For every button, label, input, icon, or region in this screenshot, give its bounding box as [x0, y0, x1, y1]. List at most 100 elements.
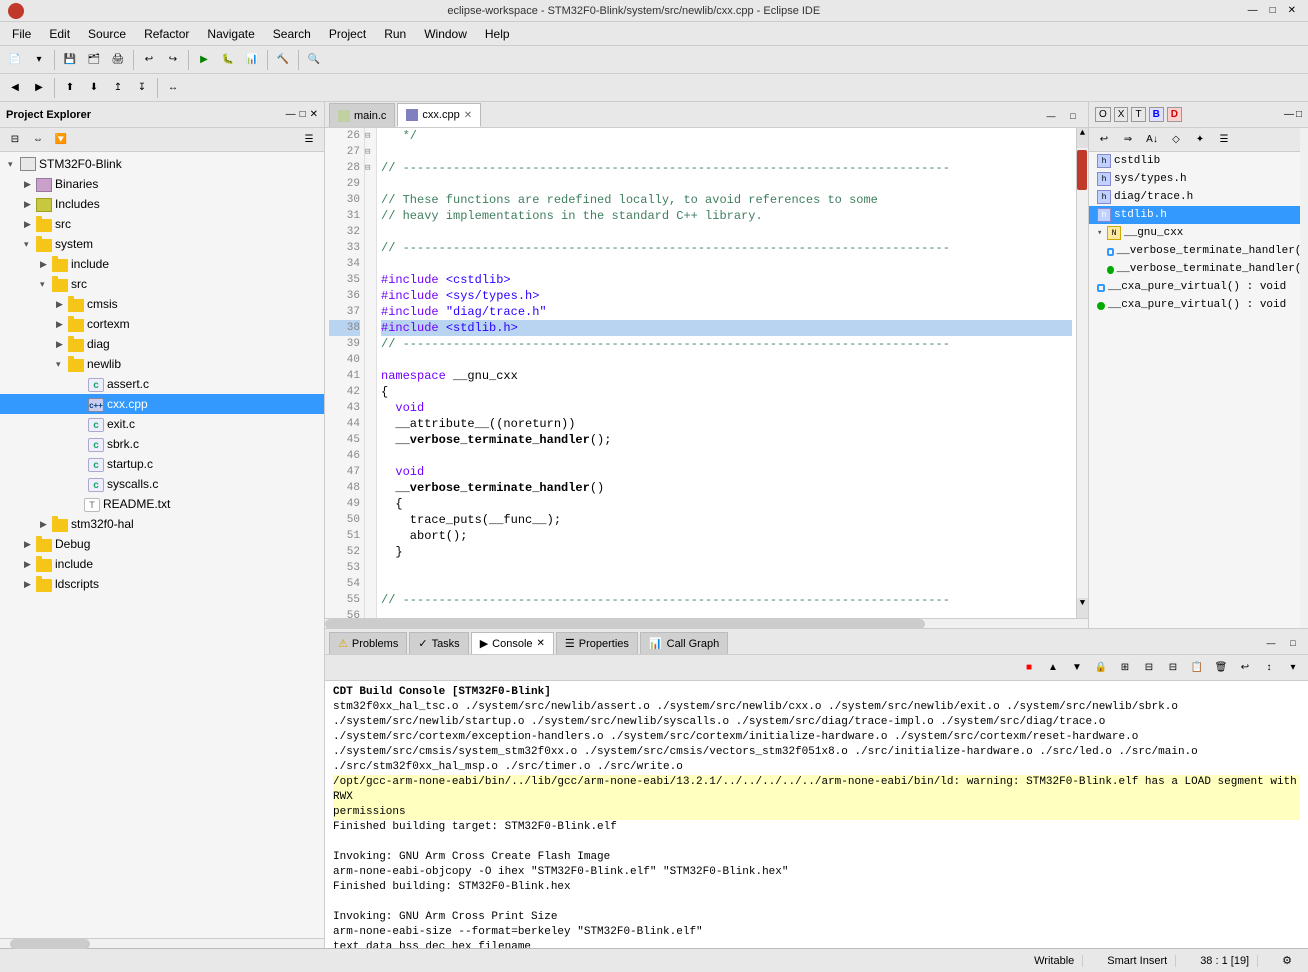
outline-cstdlib[interactable]: h cstdlib [1089, 152, 1308, 170]
nav3-btn[interactable]: ↥ [107, 77, 129, 99]
tab-main-c[interactable]: main.c [329, 103, 395, 127]
console-lock[interactable]: 🔒 [1090, 657, 1112, 679]
pe-close[interactable]: ✕ [310, 109, 318, 120]
menu-item-source[interactable]: Source [80, 25, 134, 43]
outline-icon-t[interactable]: T [1131, 107, 1145, 122]
tab-cxx-cpp[interactable]: cxx.cpp ✕ [397, 103, 481, 127]
tree-startup-c[interactable]: c startup.c [0, 454, 324, 474]
outline-btn6[interactable]: ☰ [1213, 129, 1235, 151]
tree-readme[interactable]: T README.txt [0, 494, 324, 514]
menu-item-search[interactable]: Search [265, 25, 319, 43]
tab-tasks[interactable]: ✓ Tasks [409, 632, 468, 654]
run-btn[interactable]: ▶ [193, 49, 215, 71]
menu-item-run[interactable]: Run [376, 25, 414, 43]
tree-stm32f0-blink[interactable]: ▾ STM32F0-Blink [0, 154, 324, 174]
outline-scrollbar-v[interactable] [1300, 128, 1308, 628]
console-minimize[interactable]: — [1260, 632, 1282, 654]
expand-btn[interactable]: ↔ [162, 77, 184, 99]
tab-console[interactable]: ▶ Console ✕ [471, 632, 554, 654]
tree-syscalls-c[interactable]: c syscalls.c [0, 474, 324, 494]
console-down[interactable]: ▼ [1066, 657, 1088, 679]
outline-vth-decl[interactable]: __verbose_terminate_handler() [1089, 242, 1308, 260]
save-all-btn[interactable]: 🗂 [83, 49, 105, 71]
pe-maximize[interactable]: □ [300, 109, 306, 120]
tree-ldscripts[interactable]: ▶ ldscripts [0, 574, 324, 594]
pe-view-menu[interactable]: ☰ [298, 129, 320, 151]
menu-item-navigate[interactable]: Navigate [199, 25, 262, 43]
menu-item-file[interactable]: File [4, 25, 39, 43]
console-dropdown[interactable]: ▾ [1282, 657, 1304, 679]
tab-properties[interactable]: ☰ Properties [556, 632, 638, 654]
console-btn6[interactable]: ⊟ [1138, 657, 1160, 679]
console-btn10[interactable]: ↩ [1234, 657, 1256, 679]
outline-cpv-def[interactable]: __cxa_pure_virtual() : void [1089, 296, 1308, 314]
debug-btn[interactable]: 🐛 [217, 49, 239, 71]
console-btn7[interactable]: ⊟ [1162, 657, 1184, 679]
tree-includes[interactable]: ▶ Includes [0, 194, 324, 214]
tab-console-close[interactable]: ✕ [537, 638, 545, 649]
nav1-btn[interactable]: ⬆ [59, 77, 81, 99]
undo-btn[interactable]: ↩ [138, 49, 160, 71]
tab-problems[interactable]: ⚠ Problems [329, 632, 407, 654]
editor-minimize[interactable]: — [1040, 105, 1062, 127]
pe-minimize[interactable]: — [286, 109, 296, 120]
tab-callgraph[interactable]: 📊 Call Graph [640, 632, 728, 654]
console-btn5[interactable]: ⊞ [1114, 657, 1136, 679]
outline-cpv-decl[interactable]: __cxa_pure_virtual() : void [1089, 278, 1308, 296]
menu-item-refactor[interactable]: Refactor [136, 25, 197, 43]
console-btn9[interactable]: 🗑 [1210, 657, 1232, 679]
console-maximize[interactable]: □ [1282, 632, 1304, 654]
outline-icon-o[interactable]: O [1095, 107, 1111, 122]
outline-minimize[interactable]: — [1284, 109, 1294, 120]
tree-newlib[interactable]: ▾ newlib [0, 354, 324, 374]
menu-item-help[interactable]: Help [477, 25, 518, 43]
outline-icon-x[interactable]: X [1114, 107, 1129, 122]
menu-item-project[interactable]: Project [321, 25, 374, 43]
outline-btn2[interactable]: ⇒ [1117, 129, 1139, 151]
nav4-btn[interactable]: ↧ [131, 77, 153, 99]
new-dropdown[interactable]: ▾ [28, 49, 50, 71]
editor-maximize[interactable]: □ [1062, 105, 1084, 127]
tree-debug[interactable]: ▶ Debug [0, 534, 324, 554]
new-btn[interactable]: 📄 [4, 49, 26, 71]
outline-btn4[interactable]: ◇ [1165, 129, 1187, 151]
menu-item-edit[interactable]: Edit [41, 25, 78, 43]
redo-btn[interactable]: ↪ [162, 49, 184, 71]
tree-system[interactable]: ▾ system [0, 234, 324, 254]
outline-sys-types[interactable]: h sys/types.h [1089, 170, 1308, 188]
tree-cortexm[interactable]: ▶ cortexm [0, 314, 324, 334]
profile-btn[interactable]: 📊 [241, 49, 263, 71]
console-up[interactable]: ▲ [1042, 657, 1064, 679]
build-btn[interactable]: 🔨 [272, 49, 294, 71]
menu-item-window[interactable]: Window [416, 25, 475, 43]
console-btn8[interactable]: 📋 [1186, 657, 1208, 679]
outline-diag-trace[interactable]: h diag/trace.h [1089, 188, 1308, 206]
tree-cxx-cpp[interactable]: c++ cxx.cpp [0, 394, 324, 414]
tree-sbrk-c[interactable]: c sbrk.c [0, 434, 324, 454]
console-btn11[interactable]: ↕ [1258, 657, 1280, 679]
outline-btn1[interactable]: ↩ [1093, 129, 1115, 151]
search-toolbar-btn[interactable]: 🔍 [303, 49, 325, 71]
pe-collapse-all[interactable]: ⊟ [4, 129, 26, 151]
code-content[interactable]: */ // ----------------------------------… [377, 128, 1076, 618]
outline-stdlib-h[interactable]: h stdlib.h [1089, 206, 1308, 224]
nav2-btn[interactable]: ⬇ [83, 77, 105, 99]
save-btn[interactable]: 💾 [59, 49, 81, 71]
tree-include-top[interactable]: ▶ include [0, 554, 324, 574]
outline-vth-def[interactable]: __verbose_terminate_handler() [1089, 260, 1308, 278]
editor-scrollbar-h[interactable] [325, 618, 1088, 628]
tree-assert-c[interactable]: c assert.c [0, 374, 324, 394]
outline-icon-d[interactable]: D [1167, 107, 1182, 122]
outline-icon-b[interactable]: B [1149, 107, 1164, 122]
tree-diag[interactable]: ▶ diag [0, 334, 324, 354]
editor-scrollbar-v[interactable]: ▲ ▼ [1076, 128, 1088, 618]
outline-maximize[interactable]: □ [1296, 109, 1302, 120]
tab-cxx-close[interactable]: ✕ [464, 110, 472, 121]
close-btn[interactable]: ✕ [1284, 5, 1300, 16]
minimize-btn[interactable]: — [1244, 5, 1262, 16]
tree-stm32f0-hal[interactable]: ▶ stm32f0-hal [0, 514, 324, 534]
outline-btn3[interactable]: A↓ [1141, 129, 1163, 151]
outline-btn5[interactable]: ✦ [1189, 129, 1211, 151]
tree-sys-include[interactable]: ▶ include [0, 254, 324, 274]
back-btn[interactable]: ◀ [4, 77, 26, 99]
